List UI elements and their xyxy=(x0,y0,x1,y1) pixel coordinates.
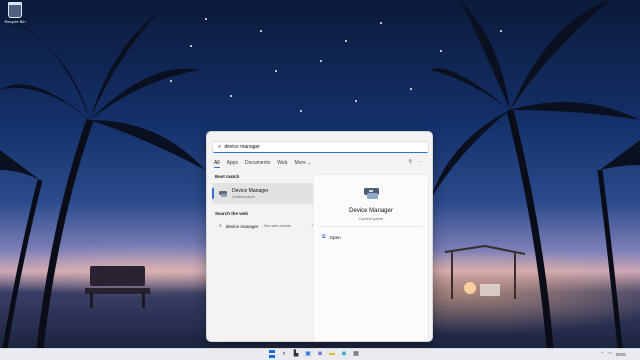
detail-divider xyxy=(320,226,422,227)
recycle-bin-icon xyxy=(8,2,22,18)
open-label: Open xyxy=(329,234,341,240)
best-match-heading: Best match xyxy=(215,174,240,179)
recycle-bin[interactable]: Recycle Bin xyxy=(2,2,28,24)
more-options-icon[interactable]: ⋯ xyxy=(418,159,423,165)
file-explorer-icon[interactable]: ▬ xyxy=(328,350,336,358)
share-icon[interactable]: ⚲ xyxy=(408,159,412,165)
widgets-icon[interactable]: ▣ xyxy=(304,350,312,358)
search-box[interactable]: ⌕ xyxy=(212,141,429,153)
chat-icon[interactable]: ◙ xyxy=(316,350,324,358)
network-icon[interactable]: ◠ xyxy=(608,351,612,357)
search-icon[interactable]: ⌕ xyxy=(280,350,288,358)
tab-web[interactable]: Web xyxy=(277,160,287,168)
tab-more[interactable]: More ⌄ xyxy=(294,160,311,168)
recycle-bin-label: Recycle Bin xyxy=(4,19,26,24)
taskbar: ⌕ ▙ ▣ ◙ ▬ ◉ ▦ ⌃ ◠ ENG xyxy=(0,348,640,360)
beach-bench xyxy=(85,266,150,308)
results-list: Best match Device Manager Control panel … xyxy=(212,174,316,232)
detail-subtitle: Control panel xyxy=(359,216,383,221)
start-search-panel: ⌕ All Apps Documents Web More ⌄ ⚲ ⋯ Best… xyxy=(206,131,433,342)
search-icon: ⌕ xyxy=(218,144,222,150)
best-match-subtitle: Control panel xyxy=(232,195,255,199)
tab-all[interactable]: All xyxy=(214,160,220,168)
result-detail-pane: Device Manager Control panel ⧉ Open xyxy=(313,174,429,341)
device-manager-large-icon xyxy=(364,187,380,201)
best-match-title: Device Manager xyxy=(232,188,269,194)
system-tray: ⌃ ◠ ENG xyxy=(601,351,626,357)
best-match-item[interactable]: Device Manager Control panel xyxy=(212,183,316,204)
search-filter-tabs: All Apps Documents Web More ⌄ xyxy=(214,160,311,168)
web-search-query: device manager xyxy=(225,223,259,229)
beach-gazebo xyxy=(444,244,526,299)
device-manager-icon xyxy=(219,190,228,197)
task-view-icon[interactable]: ▙ xyxy=(292,350,300,358)
web-search-suffix: - See web results xyxy=(261,224,291,228)
language-indicator[interactable]: ENG xyxy=(616,352,626,357)
taskbar-apps: ⌕ ▙ ▣ ◙ ▬ ◉ ▦ xyxy=(268,350,360,358)
web-search-item[interactable]: ⌕ device manager - See web results › xyxy=(212,220,316,232)
search-input[interactable] xyxy=(224,144,415,150)
start-icon[interactable] xyxy=(268,350,276,358)
tab-apps[interactable]: Apps xyxy=(227,160,238,168)
tab-documents[interactable]: Documents xyxy=(245,160,270,168)
detail-title: Device Manager xyxy=(349,208,393,214)
search-web-heading: Search the web xyxy=(215,211,249,216)
web-search-icon: ⌕ xyxy=(219,223,222,229)
chevron-up-icon[interactable]: ⌃ xyxy=(601,351,605,357)
edge-icon[interactable]: ◉ xyxy=(340,350,348,358)
open-action[interactable]: ⧉ Open xyxy=(322,234,341,240)
open-icon: ⧉ xyxy=(322,234,326,240)
search-panel-actions: ⚲ ⋯ xyxy=(408,159,423,165)
store-icon[interactable]: ▦ xyxy=(352,350,360,358)
selection-indicator xyxy=(212,188,214,199)
